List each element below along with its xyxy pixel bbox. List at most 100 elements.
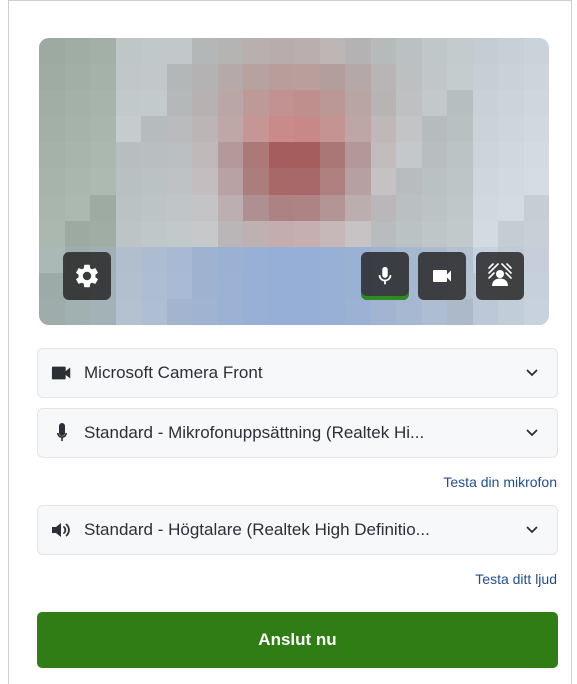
video-pixel: [115, 168, 141, 195]
video-pixel: [141, 246, 167, 273]
camera-toggle-button[interactable]: [418, 252, 466, 300]
video-pixel: [268, 246, 294, 273]
video-pixel: [141, 64, 167, 91]
video-pixel: [294, 168, 320, 195]
video-pixel: [90, 220, 116, 247]
video-pixel: [268, 142, 294, 169]
video-pixel: [472, 142, 498, 169]
video-pixel: [345, 298, 371, 325]
video-pixel: [166, 272, 192, 299]
video-pixel: [396, 64, 422, 91]
video-pixel: [523, 194, 549, 221]
video-pixel: [523, 272, 549, 299]
chevron-down-icon: [523, 364, 541, 382]
video-pixel: [192, 168, 218, 195]
video-pixel: [472, 90, 498, 117]
video-pixel: [64, 90, 90, 117]
video-pixel: [319, 272, 345, 299]
video-pixel: [319, 38, 345, 65]
video-pixel: [370, 90, 396, 117]
video-pixel: [64, 298, 90, 325]
video-pixel: [421, 168, 447, 195]
video-pixel: [447, 38, 473, 65]
video-pixel: [345, 38, 371, 65]
video-pixel: [90, 142, 116, 169]
video-pixel: [64, 220, 90, 247]
video-pixel: [268, 272, 294, 299]
microphone-select[interactable]: Standard - Mikrofonuppsättning (Realtek …: [37, 408, 558, 458]
speaker-select[interactable]: Standard - Högtalare (Realtek High Defin…: [37, 505, 558, 555]
video-pixel: [115, 116, 141, 143]
microphone-select-value: Standard - Mikrofonuppsättning (Realtek …: [84, 423, 425, 442]
video-pixel: [523, 38, 549, 65]
video-pixel: [166, 220, 192, 247]
video-pixel: [294, 194, 320, 221]
video-pixel: [217, 168, 243, 195]
chevron-down-icon: [523, 521, 541, 539]
video-pixel: [166, 194, 192, 221]
video-pixel: [421, 64, 447, 91]
video-pixel: [345, 116, 371, 143]
video-pixel: [115, 298, 141, 325]
video-pixel: [90, 298, 116, 325]
video-pixel: [64, 194, 90, 221]
video-pixel: [472, 38, 498, 65]
video-pixel: [498, 38, 524, 65]
video-pixel: [141, 90, 167, 117]
video-pixel: [243, 142, 269, 169]
video-pixel: [447, 194, 473, 221]
video-pixel: [217, 38, 243, 65]
video-pixel: [90, 64, 116, 91]
video-pixel: [498, 142, 524, 169]
video-pixel: [217, 142, 243, 169]
video-pixel: [268, 64, 294, 91]
video-pixel: [268, 220, 294, 247]
microphone-toggle-button[interactable]: [361, 252, 409, 300]
video-pixel: [90, 38, 116, 65]
video-pixel: [39, 272, 65, 299]
microphone-icon: [378, 266, 392, 285]
video-pixel: [447, 142, 473, 169]
video-pixel: [370, 38, 396, 65]
video-pixel: [421, 116, 447, 143]
video-pixel: [523, 168, 549, 195]
video-pixel: [523, 220, 549, 247]
video-pixel: [39, 116, 65, 143]
video-pixel: [447, 220, 473, 247]
test-sound-link[interactable]: Testa ditt ljud: [475, 571, 557, 587]
video-pixel: [472, 168, 498, 195]
video-pixel: [472, 116, 498, 143]
camera-select-value: Microsoft Camera Front: [84, 363, 263, 382]
test-microphone-link[interactable]: Testa din mikrofon: [443, 474, 557, 490]
camera-preview: [39, 38, 549, 325]
settings-button[interactable]: [63, 252, 111, 300]
video-pixel: [319, 64, 345, 91]
video-pixel: [39, 38, 65, 65]
video-pixel: [345, 220, 371, 247]
video-pixel: [141, 142, 167, 169]
video-pixel: [192, 116, 218, 143]
video-pixel: [523, 298, 549, 325]
video-pixel: [64, 38, 90, 65]
video-pixel: [396, 298, 422, 325]
video-pixel: [345, 90, 371, 117]
video-pixel: [39, 194, 65, 221]
background-effects-button[interactable]: [476, 252, 524, 300]
join-now-button[interactable]: Anslut nu: [37, 612, 558, 668]
video-pixel: [396, 142, 422, 169]
video-pixel: [268, 168, 294, 195]
video-pixel: [141, 168, 167, 195]
video-pixel: [39, 64, 65, 91]
video-pixel: [396, 168, 422, 195]
video-pixel: [217, 194, 243, 221]
speaker-icon: [50, 518, 74, 542]
microphone-icon: [50, 421, 74, 445]
video-pixel: [217, 272, 243, 299]
video-pixel: [268, 116, 294, 143]
video-pixel: [498, 298, 524, 325]
video-pixel: [268, 90, 294, 117]
video-pixel: [447, 90, 473, 117]
video-pixel: [498, 64, 524, 91]
video-pixel: [370, 194, 396, 221]
camera-select[interactable]: Microsoft Camera Front: [37, 348, 558, 398]
